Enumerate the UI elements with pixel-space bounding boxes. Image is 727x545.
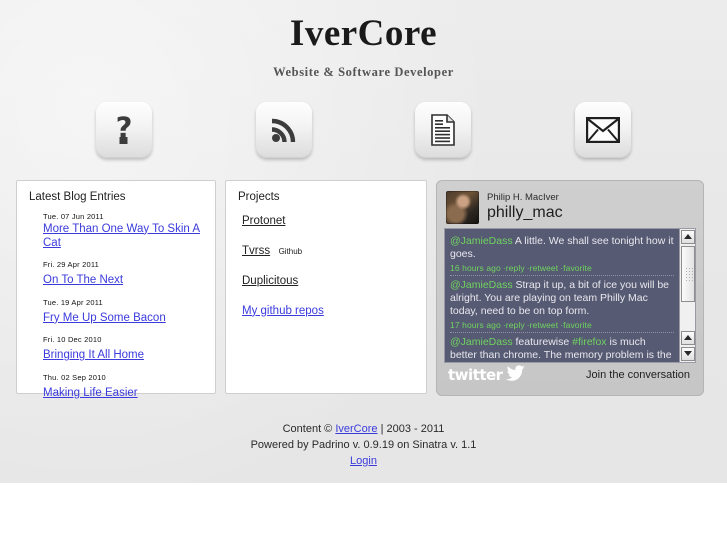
twitter-widget-footer: twitter Join the conversation xyxy=(444,363,696,388)
project-row: Duplicitous xyxy=(242,272,414,288)
footer-content-prefix: Content © xyxy=(282,422,336,435)
tweet-text: @JamieDass A little. We shall see tonigh… xyxy=(450,235,674,262)
tweet-meta: 16 hours ago ·reply ·retweet ·favorite xyxy=(450,262,592,273)
join-conversation-link[interactable]: Join the conversation xyxy=(586,369,690,381)
project-link-github-repos[interactable]: My github repos xyxy=(242,305,324,317)
site-tagline: Website & Software Developer xyxy=(273,64,454,79)
blog-entry-link[interactable]: More Than One Way To Skin A Cat xyxy=(43,222,203,251)
project-row: Tvrss Github xyxy=(242,242,414,258)
blog-entry-date: Tue. 07 Jun 2011 xyxy=(43,211,104,221)
blog-panel-title: Latest Blog Entries xyxy=(29,190,126,203)
project-link[interactable]: Protonet xyxy=(242,215,285,227)
tweet-reply-link[interactable]: reply xyxy=(506,320,525,330)
blog-entry: Thu. 02 Sep 2010 Making Life Easier xyxy=(43,373,203,405)
footer-copyright-line: Content © IverCore | 2003 - 2011 xyxy=(0,422,727,438)
nav-button-feed[interactable] xyxy=(255,101,312,158)
latest-blog-entries-panel: Latest Blog Entries Tue. 07 Jun 2011 Mor… xyxy=(16,179,216,399)
tweet-item[interactable]: @JamieDass A little. We shall see tonigh… xyxy=(450,232,674,276)
content-panels: Latest Blog Entries Tue. 07 Jun 2011 Mor… xyxy=(16,179,711,399)
tweet-mention[interactable]: @JamieDass xyxy=(450,235,513,247)
blog-entry: Fri. 29 Apr 2011 On To The Next xyxy=(43,260,203,292)
footer-site-link[interactable]: IverCore xyxy=(335,423,377,435)
twitter-names: Philip H. MacIver philly_mac xyxy=(487,193,563,222)
blog-entry-link[interactable]: Fry Me Up Some Bacon xyxy=(43,311,166,325)
projects-panel-title: Projects xyxy=(238,190,280,203)
nav-button-resume[interactable] xyxy=(415,101,472,158)
twitter-logo-text: twitter xyxy=(448,366,503,385)
blog-entry-date: Fri. 10 Dec 2010 xyxy=(43,335,102,345)
blog-entry: Tue. 07 Jun 2011 More Than One Way To Sk… xyxy=(43,212,203,256)
tweet-text: @JamieDass Strap it up, a bit of ice you… xyxy=(450,279,674,319)
page-footer: Content © IverCore | 2003 - 2011 Powered… xyxy=(0,422,727,470)
twitter-widget: Philip H. MacIver philly_mac @JamieDass … xyxy=(436,179,704,396)
envelope-icon xyxy=(586,116,621,143)
document-icon xyxy=(430,113,456,146)
avatar xyxy=(446,191,479,225)
tweet-retweet-link[interactable]: retweet xyxy=(530,320,559,330)
twitter-tweet-stream: @JamieDass A little. We shall see tonigh… xyxy=(444,227,696,363)
site-header: IverCore Website & Software Developer xyxy=(0,0,727,80)
nav-button-contact[interactable] xyxy=(575,101,632,158)
blog-entry: Fri. 10 Dec 2010 Bringing It All Home xyxy=(43,335,203,367)
scrollbar-thumb[interactable] xyxy=(680,245,695,302)
nav-button-about[interactable]: ? xyxy=(95,101,152,158)
blog-entry-date: Tue. 19 Apr 2011 xyxy=(43,297,103,307)
tweet-item[interactable]: @JamieDass featurewise #firefox is much … xyxy=(450,333,674,362)
projects-panel: Projects Protonet Tvrss Github Duplicito… xyxy=(225,179,427,394)
twitter-logo[interactable]: twitter xyxy=(448,365,526,386)
tweet-list: @JamieDass A little. We shall see tonigh… xyxy=(445,229,679,362)
tweet-retweet-link[interactable]: retweet xyxy=(530,263,559,273)
tweet-hashtag[interactable]: #firefox xyxy=(572,336,606,348)
icon-nav: ? xyxy=(44,101,683,158)
blog-entry-link[interactable]: Bringing It All Home xyxy=(43,348,144,362)
tweet-body-before: featurewise xyxy=(512,335,573,348)
tweet-mention[interactable]: @JamieDass xyxy=(450,279,513,291)
tweet-text: @JamieDass featurewise #firefox is much … xyxy=(450,335,674,362)
tweet-timestamp: 16 hours ago xyxy=(450,262,501,273)
twitter-profile-header: Philip H. MacIver philly_mac xyxy=(444,188,696,228)
page-root: IverCore Website & Software Developer ? xyxy=(0,0,727,483)
tweet-item[interactable]: @JamieDass Strap it up, a bit of ice you… xyxy=(450,276,674,333)
footer-login-line: Login xyxy=(0,454,727,470)
tweet-timestamp: 17 hours ago xyxy=(450,319,501,330)
project-row: My github repos xyxy=(242,302,414,318)
scroll-up-button[interactable] xyxy=(680,229,695,244)
scroll-up-button-bottom[interactable] xyxy=(680,330,695,345)
blog-entry-link[interactable]: Making Life Easier xyxy=(43,386,138,400)
tweet-favorite-link[interactable]: favorite xyxy=(563,320,592,330)
tweet-reply-link[interactable]: reply xyxy=(506,263,525,273)
rss-feed-icon xyxy=(269,115,299,145)
twitter-real-name: Philip H. MacIver xyxy=(487,192,559,204)
project-link[interactable]: Tvrss xyxy=(242,245,270,257)
tweet-mention[interactable]: @JamieDass xyxy=(450,336,513,348)
scroll-down-button[interactable] xyxy=(680,346,695,361)
tweet-scrollbar[interactable] xyxy=(679,228,695,362)
tweet-meta: 17 hours ago ·reply ·retweet ·favorite xyxy=(450,319,592,330)
project-link[interactable]: Duplicitous xyxy=(242,275,298,287)
blog-entry-link[interactable]: On To The Next xyxy=(43,273,123,287)
twitter-bird-icon xyxy=(505,365,526,386)
login-link[interactable]: Login xyxy=(350,455,377,467)
footer-content-suffix: | 2003 - 2011 xyxy=(377,422,445,435)
footer-powered-by: Powered by Padrino v. 0.9.19 on Sinatra … xyxy=(250,438,477,451)
twitter-handle: philly_mac xyxy=(487,204,563,222)
blog-entry-date: Fri. 29 Apr 2011 xyxy=(43,260,100,270)
blog-entry-date: Thu. 02 Sep 2010 xyxy=(43,372,106,382)
project-row: Protonet xyxy=(242,212,414,228)
page-title: IverCore xyxy=(289,13,438,54)
tweet-favorite-link[interactable]: favorite xyxy=(563,263,592,273)
question-mark-icon: ? xyxy=(109,113,139,147)
project-tag: Github xyxy=(278,246,303,256)
blog-entry: Tue. 19 Apr 2011 Fry Me Up Some Bacon xyxy=(43,298,203,330)
